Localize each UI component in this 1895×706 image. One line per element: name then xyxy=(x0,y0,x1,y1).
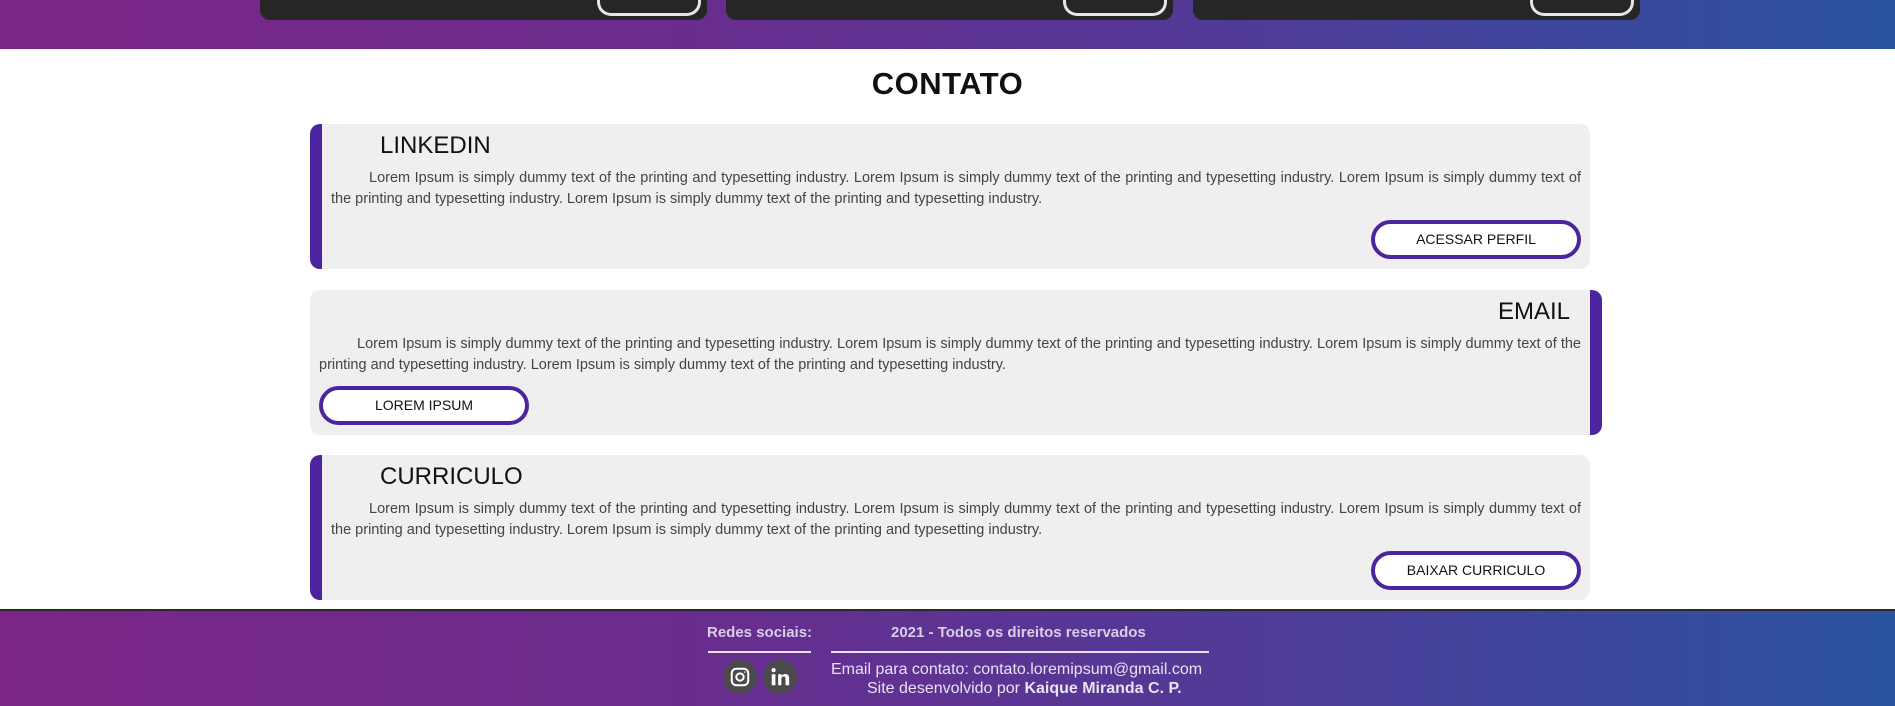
project-card xyxy=(1193,0,1640,20)
card-title: EMAIL xyxy=(1497,298,1570,325)
card-text: Lorem Ipsum is simply dummy text of the … xyxy=(319,336,1581,373)
card-text: Lorem Ipsum is simply dummy text of the … xyxy=(331,170,1581,207)
download-cv-button[interactable]: BAIXAR CURRICULO xyxy=(1371,551,1581,590)
instagram-icon[interactable] xyxy=(723,660,757,694)
contact-card-linkedin: LINKEDIN Lorem Ipsum is simply dummy tex… xyxy=(310,124,1590,269)
developer-credit: Site desenvolvido por Kaique Miranda C. … xyxy=(867,680,1182,697)
projects-band-bottom xyxy=(0,0,1895,49)
card-title: CURRICULO xyxy=(380,463,523,490)
project-card-button[interactable] xyxy=(597,0,701,16)
section-title: CONTATO xyxy=(871,66,1024,101)
email-button[interactable]: LOREM IPSUM xyxy=(319,386,529,425)
card-text: Lorem Ipsum is simply dummy text of the … xyxy=(331,501,1581,538)
footer: Redes sociais: 2021 - Todos os direitos … xyxy=(0,609,1895,706)
social-label: Redes sociais: xyxy=(707,624,813,641)
social-divider xyxy=(708,651,811,653)
card-title: LINKEDIN xyxy=(380,132,491,159)
contact-card-email: EMAIL Lorem Ipsum is simply dummy text o… xyxy=(310,290,1602,435)
project-card xyxy=(726,0,1173,20)
project-card-button[interactable] xyxy=(1530,0,1634,16)
project-card-button[interactable] xyxy=(1063,0,1167,16)
access-profile-button[interactable]: ACESSAR PERFIL xyxy=(1371,220,1581,259)
contact-card-curriculo: CURRICULO Lorem Ipsum is simply dummy te… xyxy=(310,455,1590,600)
contact-email-text: Email para contato: contato.loremipsum@g… xyxy=(831,661,1203,678)
copyright-divider xyxy=(831,651,1209,653)
linkedin-icon[interactable] xyxy=(763,660,797,694)
copyright-text: 2021 - Todos os direitos reservados xyxy=(891,624,1146,641)
project-card xyxy=(260,0,707,20)
